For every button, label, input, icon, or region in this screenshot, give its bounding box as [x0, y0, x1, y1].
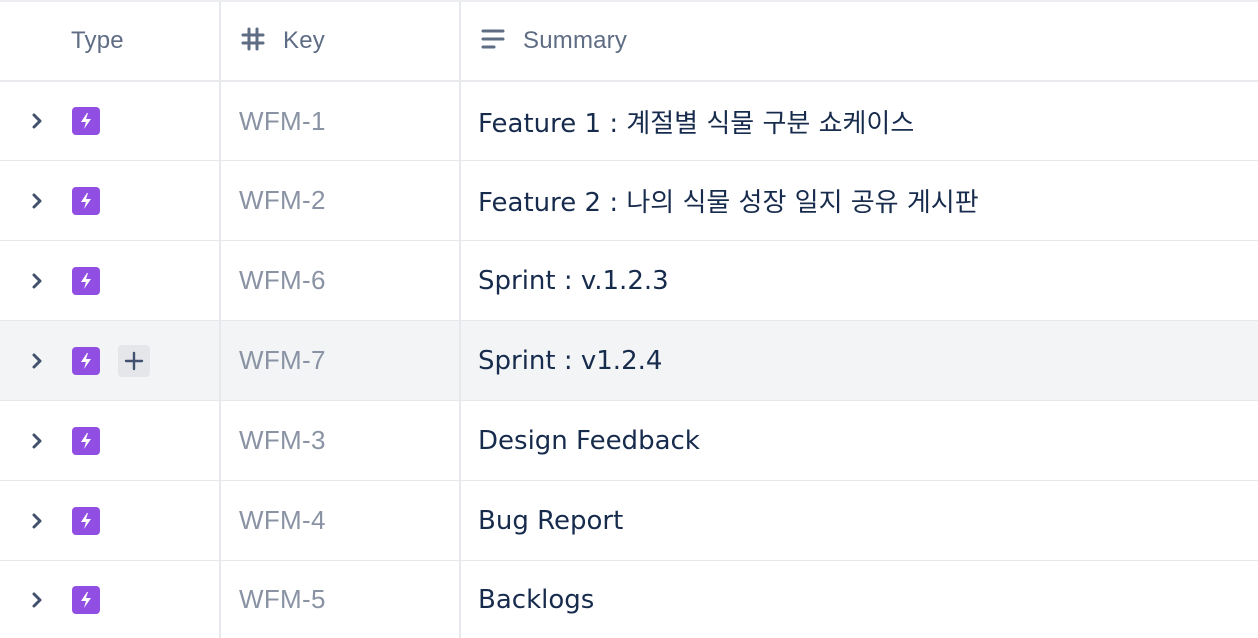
table-row[interactable]: WFM-6 Sprint : v.1.2.3 [0, 241, 1258, 321]
column-header-type[interactable]: Type [0, 2, 219, 80]
summary-cell[interactable]: Design Feedback [459, 401, 1258, 480]
column-header-key-label: Key [283, 27, 325, 54]
epic-lightning-icon [72, 107, 100, 135]
plus-icon [124, 351, 144, 370]
issue-summary[interactable]: Feature 1 : 계절별 식물 구분 쇼케이스 [461, 103, 914, 140]
issue-key-link[interactable]: WFM-6 [221, 265, 326, 296]
type-cell [0, 241, 219, 320]
key-cell: WFM-1 [219, 82, 459, 160]
epic-lightning-icon [72, 585, 100, 614]
issue-key-link[interactable]: WFM-7 [221, 345, 326, 376]
chevron-right-icon[interactable] [28, 350, 46, 372]
table-row[interactable]: WFM-7 Sprint : v1.2.4 [0, 321, 1258, 401]
table-header: Type Key Summary [0, 0, 1258, 82]
summary-cell[interactable]: Backlogs [459, 561, 1258, 638]
column-header-summary[interactable]: Summary [459, 2, 1258, 80]
column-header-summary-label: Summary [523, 27, 628, 54]
type-cell [0, 401, 219, 480]
table-row[interactable]: WFM-3 Design Feedback [0, 401, 1258, 481]
issue-table: Type Key Summary WFM-1 Feature 1: 계절별 식… [0, 0, 1258, 638]
epic-lightning-icon [72, 506, 100, 535]
summary-cell[interactable]: Sprint : v1.2.4 [459, 321, 1258, 400]
epic-lightning-icon [72, 346, 100, 375]
summary-cell[interactable]: Sprint : v.1.2.3 [459, 241, 1258, 320]
summary-cell[interactable]: Feature 1 : 계절별 식물 구분 쇼케이스 [459, 82, 1258, 160]
epic-lightning-icon [72, 266, 100, 295]
key-cell: WFM-4 [219, 481, 459, 560]
table-row[interactable]: WFM-4 Bug Report [0, 481, 1258, 561]
epic-lightning-icon [72, 426, 100, 455]
table-row[interactable]: WFM-5 Backlogs [0, 561, 1258, 638]
type-cell [0, 82, 219, 160]
column-header-key[interactable]: Key [219, 2, 459, 80]
issue-summary[interactable]: Feature 2 : 나의 식물 성장 일지 공유 게시판 [461, 182, 979, 219]
chevron-right-icon[interactable] [28, 270, 46, 292]
chevron-right-icon[interactable] [28, 589, 46, 611]
column-header-type-label: Type [71, 27, 124, 54]
type-cell [0, 321, 219, 400]
issue-key-link[interactable]: WFM-1 [221, 106, 326, 137]
issue-summary[interactable]: Bug Report [461, 506, 623, 536]
issue-summary[interactable]: Design Feedback [461, 426, 700, 456]
chevron-right-icon[interactable] [28, 190, 46, 212]
issue-summary[interactable]: Backlogs [461, 585, 594, 615]
chevron-right-icon[interactable] [28, 430, 46, 452]
summary-cell[interactable]: Feature 2 : 나의 식물 성장 일지 공유 게시판 [459, 161, 1258, 240]
add-child-issue-button[interactable] [118, 344, 150, 377]
type-cell [0, 161, 219, 240]
issue-key-link[interactable]: WFM-4 [221, 505, 326, 536]
summary-cell[interactable]: Bug Report [459, 481, 1258, 560]
issue-key-link[interactable]: WFM-2 [221, 185, 326, 216]
issue-summary[interactable]: Sprint : v.1.2.3 [461, 266, 669, 296]
chevron-right-icon[interactable] [28, 110, 46, 132]
issue-key-link[interactable]: WFM-5 [221, 584, 326, 615]
hash-icon [241, 27, 265, 56]
type-cell [0, 481, 219, 560]
epic-lightning-icon [72, 186, 100, 215]
chevron-right-icon[interactable] [28, 510, 46, 532]
key-cell: WFM-5 [219, 561, 459, 638]
table-row[interactable]: WFM-2 Feature 2 : 나의 식물 성장 일지 공유 게시판 [0, 161, 1258, 241]
issue-key-link[interactable]: WFM-3 [221, 425, 326, 456]
table-row[interactable]: WFM-1 Feature 1 : 계절별 식물 구분 쇼케이스 [0, 82, 1258, 161]
key-cell: WFM-6 [219, 241, 459, 320]
issue-summary[interactable]: Sprint : v1.2.4 [461, 346, 662, 376]
text-lines-icon [481, 28, 505, 55]
key-cell: WFM-3 [219, 401, 459, 480]
key-cell: WFM-7 [219, 321, 459, 400]
type-cell [0, 561, 219, 638]
key-cell: WFM-2 [219, 161, 459, 240]
